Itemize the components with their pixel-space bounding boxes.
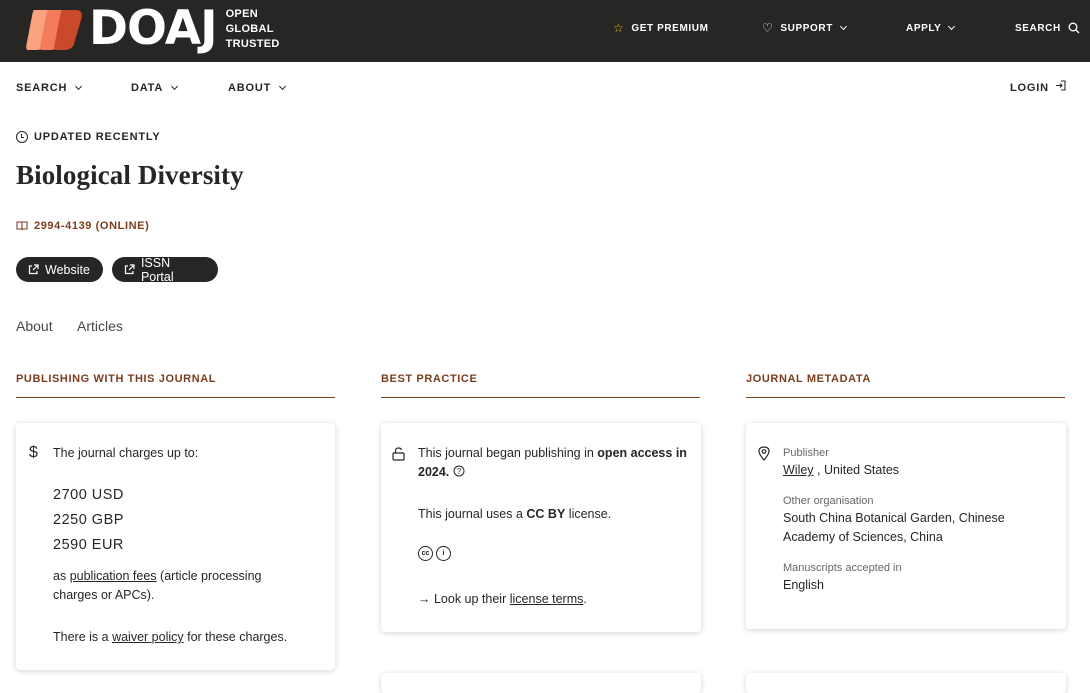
open-access-text: This journal began publishing in open ac… — [418, 444, 688, 482]
waiver-text: There is a waiver policy for these charg… — [53, 628, 323, 647]
subnav-about-label: ABOUT — [228, 82, 272, 94]
issn-portal-button-label: ISSN Portal — [140, 255, 174, 284]
login-link[interactable]: LOGIN — [1010, 80, 1067, 94]
charges-list: 2700 USD 2250 GBP 2590 EUR — [53, 483, 124, 558]
next-card-peek — [381, 673, 701, 693]
lookup-prefix: → Look up their — [418, 592, 507, 606]
waiver-prefix: There is a — [53, 630, 109, 644]
issn-portal-button[interactable]: ISSN Portal — [112, 255, 218, 284]
tagline-global: GLOBAL — [225, 22, 274, 35]
external-link-icon — [124, 264, 135, 275]
charges-intro: The journal charges up to: — [53, 446, 199, 460]
chevron-down-icon — [75, 82, 83, 90]
publishing-card: $ The journal charges up to: 2700 USD 22… — [16, 423, 335, 670]
oa-prefix: This journal began publishing in — [418, 446, 594, 460]
publisher-value: Wiley , United States — [783, 461, 1053, 480]
chevron-down-icon — [839, 22, 847, 30]
charge-usd: 2700 USD — [53, 487, 124, 503]
license-terms-link[interactable]: license terms — [510, 592, 584, 606]
doaj-logo-mark-icon — [26, 10, 82, 50]
nav-apply[interactable]: APPLY — [906, 0, 956, 56]
issn-label: 2994-4139 (ONLINE) — [34, 220, 150, 232]
journal-title: Biological Diversity — [16, 160, 244, 190]
manuscripts-language: English — [783, 578, 824, 592]
subnav-about[interactable]: ABOUT — [228, 82, 287, 94]
fees-prefix: as — [53, 569, 67, 583]
tab-about[interactable]: About — [16, 318, 53, 334]
nav-support[interactable]: ♡ SUPPORT — [762, 0, 847, 56]
external-link-icon — [28, 264, 39, 275]
svg-text:?: ? — [457, 467, 462, 476]
subnav-data-label: DATA — [131, 82, 164, 94]
heart-icon: ♡ — [762, 21, 774, 35]
clock-icon — [16, 131, 28, 143]
license-text: This journal uses a CC BY license. — [418, 505, 688, 524]
nav-support-label: SUPPORT — [780, 22, 833, 34]
fees-text: as publication fees (article processing … — [53, 567, 303, 605]
map-pin-icon — [758, 446, 770, 461]
publisher-link[interactable]: Wiley — [783, 463, 814, 477]
logo-tagline: OPEN GLOBAL TRUSTED — [226, 7, 280, 52]
book-icon — [16, 221, 28, 231]
license-suffix: license. — [568, 507, 612, 521]
subnav-data[interactable]: DATA — [131, 82, 179, 94]
lookup-suffix: . — [583, 592, 587, 606]
search-icon — [1068, 22, 1080, 34]
dollar-icon: $ — [29, 444, 38, 461]
other-org-value: South China Botanical Garden, Chinese Ac… — [783, 511, 1005, 544]
license-bold: CC BY — [526, 507, 566, 521]
nav-search-label: SEARCH — [1015, 22, 1061, 34]
journal-issn: 2994-4139 (ONLINE) — [16, 220, 149, 232]
chevron-down-icon — [948, 22, 956, 30]
by-icon: i — [436, 546, 451, 561]
waiver-suffix: for these charges. — [187, 630, 288, 644]
logo-wordmark: DOAJ — [89, 1, 218, 56]
tagline-trusted: TRUSTED — [225, 37, 280, 50]
publication-fees-link[interactable]: publication fees — [70, 569, 157, 583]
subnav-search[interactable]: SEARCH — [16, 82, 83, 94]
tab-articles[interactable]: Articles — [77, 318, 123, 334]
chevron-down-icon — [279, 82, 287, 90]
waiver-policy-link[interactable]: waiver policy — [112, 630, 184, 644]
charge-gbp: 2250 GBP — [53, 512, 124, 528]
cc-icon: cc — [418, 546, 433, 561]
metadata-heading: JOURNAL METADATA — [746, 373, 1065, 398]
chevron-down-icon — [171, 82, 179, 90]
nav-get-premium[interactable]: ☆ GET PREMIUM — [613, 0, 709, 56]
best-practice-heading: BEST PRACTICE — [381, 373, 700, 398]
publishing-heading: PUBLISHING WITH THIS JOURNAL — [16, 373, 335, 398]
top-bar: DOAJ OPEN GLOBAL TRUSTED ☆ GET PREMIUM ♡… — [0, 0, 1090, 62]
login-icon — [1055, 80, 1066, 91]
doaj-logo[interactable]: DOAJ OPEN GLOBAL TRUSTED — [26, 3, 280, 55]
license-prefix: This journal uses a — [418, 507, 523, 521]
star-icon: ☆ — [613, 21, 625, 35]
nav-apply-label: APPLY — [906, 22, 942, 34]
publisher-country: , United States — [817, 463, 900, 477]
updated-status-label: UPDATED RECENTLY — [34, 131, 161, 143]
next-card-peek — [746, 673, 1066, 693]
help-icon[interactable]: ? — [453, 465, 465, 477]
license-icons: cc i — [418, 546, 454, 561]
metadata-card: Publisher Wiley , United States Other or… — [746, 423, 1066, 629]
subnav-search-label: SEARCH — [16, 82, 68, 94]
tagline-open: OPEN — [225, 7, 258, 20]
website-button[interactable]: Website — [16, 257, 103, 282]
best-practice-card: This journal began publishing in open ac… — [381, 423, 701, 632]
login-label: LOGIN — [1010, 82, 1049, 94]
website-button-label: Website — [45, 262, 90, 277]
nav-get-premium-label: GET PREMIUM — [631, 22, 709, 34]
nav-search[interactable]: SEARCH — [1015, 0, 1080, 56]
license-lookup-text: → Look up their license terms. — [418, 590, 688, 609]
charge-eur: 2590 EUR — [53, 537, 124, 553]
updated-status: UPDATED RECENTLY — [16, 131, 160, 143]
unlock-icon — [392, 447, 405, 461]
